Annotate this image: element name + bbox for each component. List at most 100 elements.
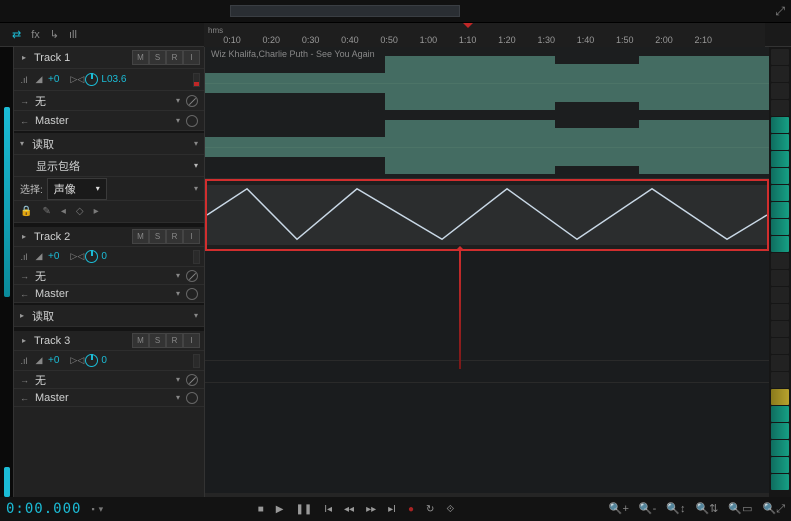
forward-button[interactable]: ▸▸ (366, 504, 376, 515)
fx-slot-label[interactable]: 无 (35, 93, 170, 109)
zoom-in-v-icon[interactable]: 🔍↕ (666, 502, 685, 516)
fx-icon[interactable]: fx (31, 29, 40, 41)
mute-button[interactable]: M (132, 50, 149, 65)
chevron-right-icon[interactable]: ▸ (20, 311, 32, 320)
prev-keyframe-icon[interactable]: ◂ (61, 206, 66, 217)
volume-icon[interactable]: ◢ (33, 74, 45, 85)
pan-knob[interactable] (85, 73, 98, 86)
arm-record-button[interactable]: R (166, 229, 183, 244)
arm-record-button[interactable]: R (166, 50, 183, 65)
track-header[interactable]: ▸ Track 2 M S R I (14, 227, 204, 247)
bypass-icon[interactable] (186, 374, 198, 386)
timecode-format-icon[interactable]: ▪ (91, 504, 94, 515)
pan-value[interactable]: 0 (101, 251, 107, 262)
track-header[interactable]: ▸ Track 1 M S R I (14, 47, 204, 69)
zoom-full-icon[interactable]: ⤢ (775, 4, 785, 19)
chevron-down-icon[interactable]: ▾ (194, 139, 198, 148)
timeline-ruler[interactable]: hms 0:10 0:20 0:30 0:40 0:50 1:00 1:10 1… (204, 23, 765, 47)
pan-left-icon[interactable]: ▷◁ (70, 74, 82, 85)
output-bus-label[interactable]: Master (35, 115, 170, 127)
meter-icon[interactable]: ıll (69, 29, 77, 41)
pan-envelope-lane[interactable] (205, 179, 769, 251)
timecode-menu-icon[interactable]: ▾ (99, 504, 104, 515)
timecode-display[interactable]: 0:00.000 (6, 501, 81, 517)
solo-button[interactable]: S (149, 333, 166, 348)
mute-button[interactable]: M (132, 333, 149, 348)
power-icon[interactable] (186, 288, 198, 300)
expand-icon[interactable]: ▸ (18, 53, 30, 62)
timeline[interactable]: Wiz Khalifa,Charlie Puth - See You Again (204, 47, 769, 497)
input-monitor-button[interactable]: I (183, 229, 200, 244)
skip-button[interactable]: ⟐ (446, 504, 454, 515)
bypass-icon[interactable] (186, 95, 198, 107)
chevron-down-icon[interactable]: ▾ (176, 289, 180, 298)
track-header[interactable]: ▸ Track 3 M S R I (14, 331, 204, 351)
pan-value[interactable]: L03.6 (101, 74, 126, 85)
automation-section[interactable]: ▸ 读取 ▾ (14, 305, 204, 327)
track-lane[interactable] (205, 361, 769, 383)
loop-button[interactable]: ↻ (426, 504, 434, 515)
record-button[interactable]: ● (408, 504, 414, 515)
volume-icon[interactable]: ◢ (33, 355, 45, 366)
input-monitor-button[interactable]: I (183, 333, 200, 348)
expand-icon[interactable]: ▸ (18, 336, 30, 345)
rewind-button[interactable]: ◂◂ (344, 504, 354, 515)
zoom-in-icon[interactable]: 🔍+ (609, 502, 629, 516)
volume-value[interactable]: +0 (48, 74, 59, 85)
pan-left-icon[interactable]: ▷◁ (70, 355, 82, 366)
track-lane[interactable] (205, 383, 769, 497)
zoom-selection-icon[interactable]: 🔍▭ (728, 502, 752, 516)
bypass-icon[interactable] (186, 270, 198, 282)
output-bus-label[interactable]: Master (35, 392, 170, 404)
envelope-tool-icon[interactable]: ↳ (50, 28, 59, 41)
input-monitor-button[interactable]: I (183, 50, 200, 65)
next-keyframe-icon[interactable]: ▸ (94, 206, 99, 217)
playhead-marker-icon[interactable] (463, 23, 473, 33)
output-bus-label[interactable]: Master (35, 288, 170, 300)
shuffle-icon[interactable]: ⇄ (12, 28, 21, 41)
envelope-select[interactable]: 声像 ▾ (47, 178, 107, 200)
volume-value[interactable]: +0 (48, 251, 59, 262)
pan-knob[interactable] (85, 354, 98, 367)
track-lane[interactable] (205, 251, 769, 361)
automation-section[interactable]: ▾ 读取 ▾ (14, 133, 204, 155)
chevron-down-icon[interactable]: ▾ (176, 96, 180, 105)
lock-icon[interactable]: 🔒 (20, 206, 32, 217)
stop-button[interactable]: ■ (258, 504, 264, 515)
solo-button[interactable]: S (149, 50, 166, 65)
chevron-down-icon[interactable]: ▾ (194, 184, 198, 193)
power-icon[interactable] (186, 392, 198, 404)
pan-value[interactable]: 0 (101, 355, 107, 366)
zoom-all-icon[interactable]: 🔍⤢ (763, 502, 786, 516)
go-to-start-button[interactable]: I◂ (324, 504, 332, 515)
add-keyframe-icon[interactable]: ◇ (76, 206, 84, 217)
chevron-down-icon[interactable]: ▾ (20, 139, 32, 148)
automation-mode-label[interactable]: 读取 (32, 308, 194, 324)
expand-icon[interactable]: ▸ (18, 232, 30, 241)
volume-icon[interactable]: ◢ (33, 251, 45, 262)
solo-button[interactable]: S (149, 229, 166, 244)
zoom-out-icon[interactable]: 🔍- (639, 502, 656, 516)
fx-slot-label[interactable]: 无 (35, 372, 170, 388)
show-envelope-row[interactable]: 显示包络 ▾ (14, 155, 204, 177)
pan-left-icon[interactable]: ▷◁ (70, 251, 82, 262)
pencil-icon[interactable]: ✎ (42, 206, 50, 217)
volume-value[interactable]: +0 (48, 355, 59, 366)
power-icon[interactable] (186, 115, 198, 127)
chevron-down-icon[interactable]: ▾ (176, 116, 180, 125)
mute-button[interactable]: M (132, 229, 149, 244)
play-button[interactable]: ▶ (276, 504, 284, 515)
pause-button[interactable]: ❚❚ (295, 504, 312, 515)
chevron-down-icon[interactable]: ▾ (194, 161, 198, 170)
chevron-down-icon[interactable]: ▾ (176, 393, 180, 402)
chevron-down-icon[interactable]: ▾ (176, 271, 180, 280)
fx-slot-label[interactable]: 无 (35, 268, 170, 284)
automation-mode-label[interactable]: 读取 (32, 136, 194, 152)
chevron-down-icon[interactable]: ▾ (176, 375, 180, 384)
overview-navigator[interactable] (230, 5, 460, 17)
audio-clip[interactable]: Wiz Khalifa,Charlie Puth - See You Again (205, 47, 769, 179)
arm-record-button[interactable]: R (166, 333, 183, 348)
chevron-down-icon[interactable]: ▾ (194, 311, 198, 320)
go-to-end-button[interactable]: ▸I (388, 504, 396, 515)
pan-knob[interactable] (85, 250, 98, 263)
